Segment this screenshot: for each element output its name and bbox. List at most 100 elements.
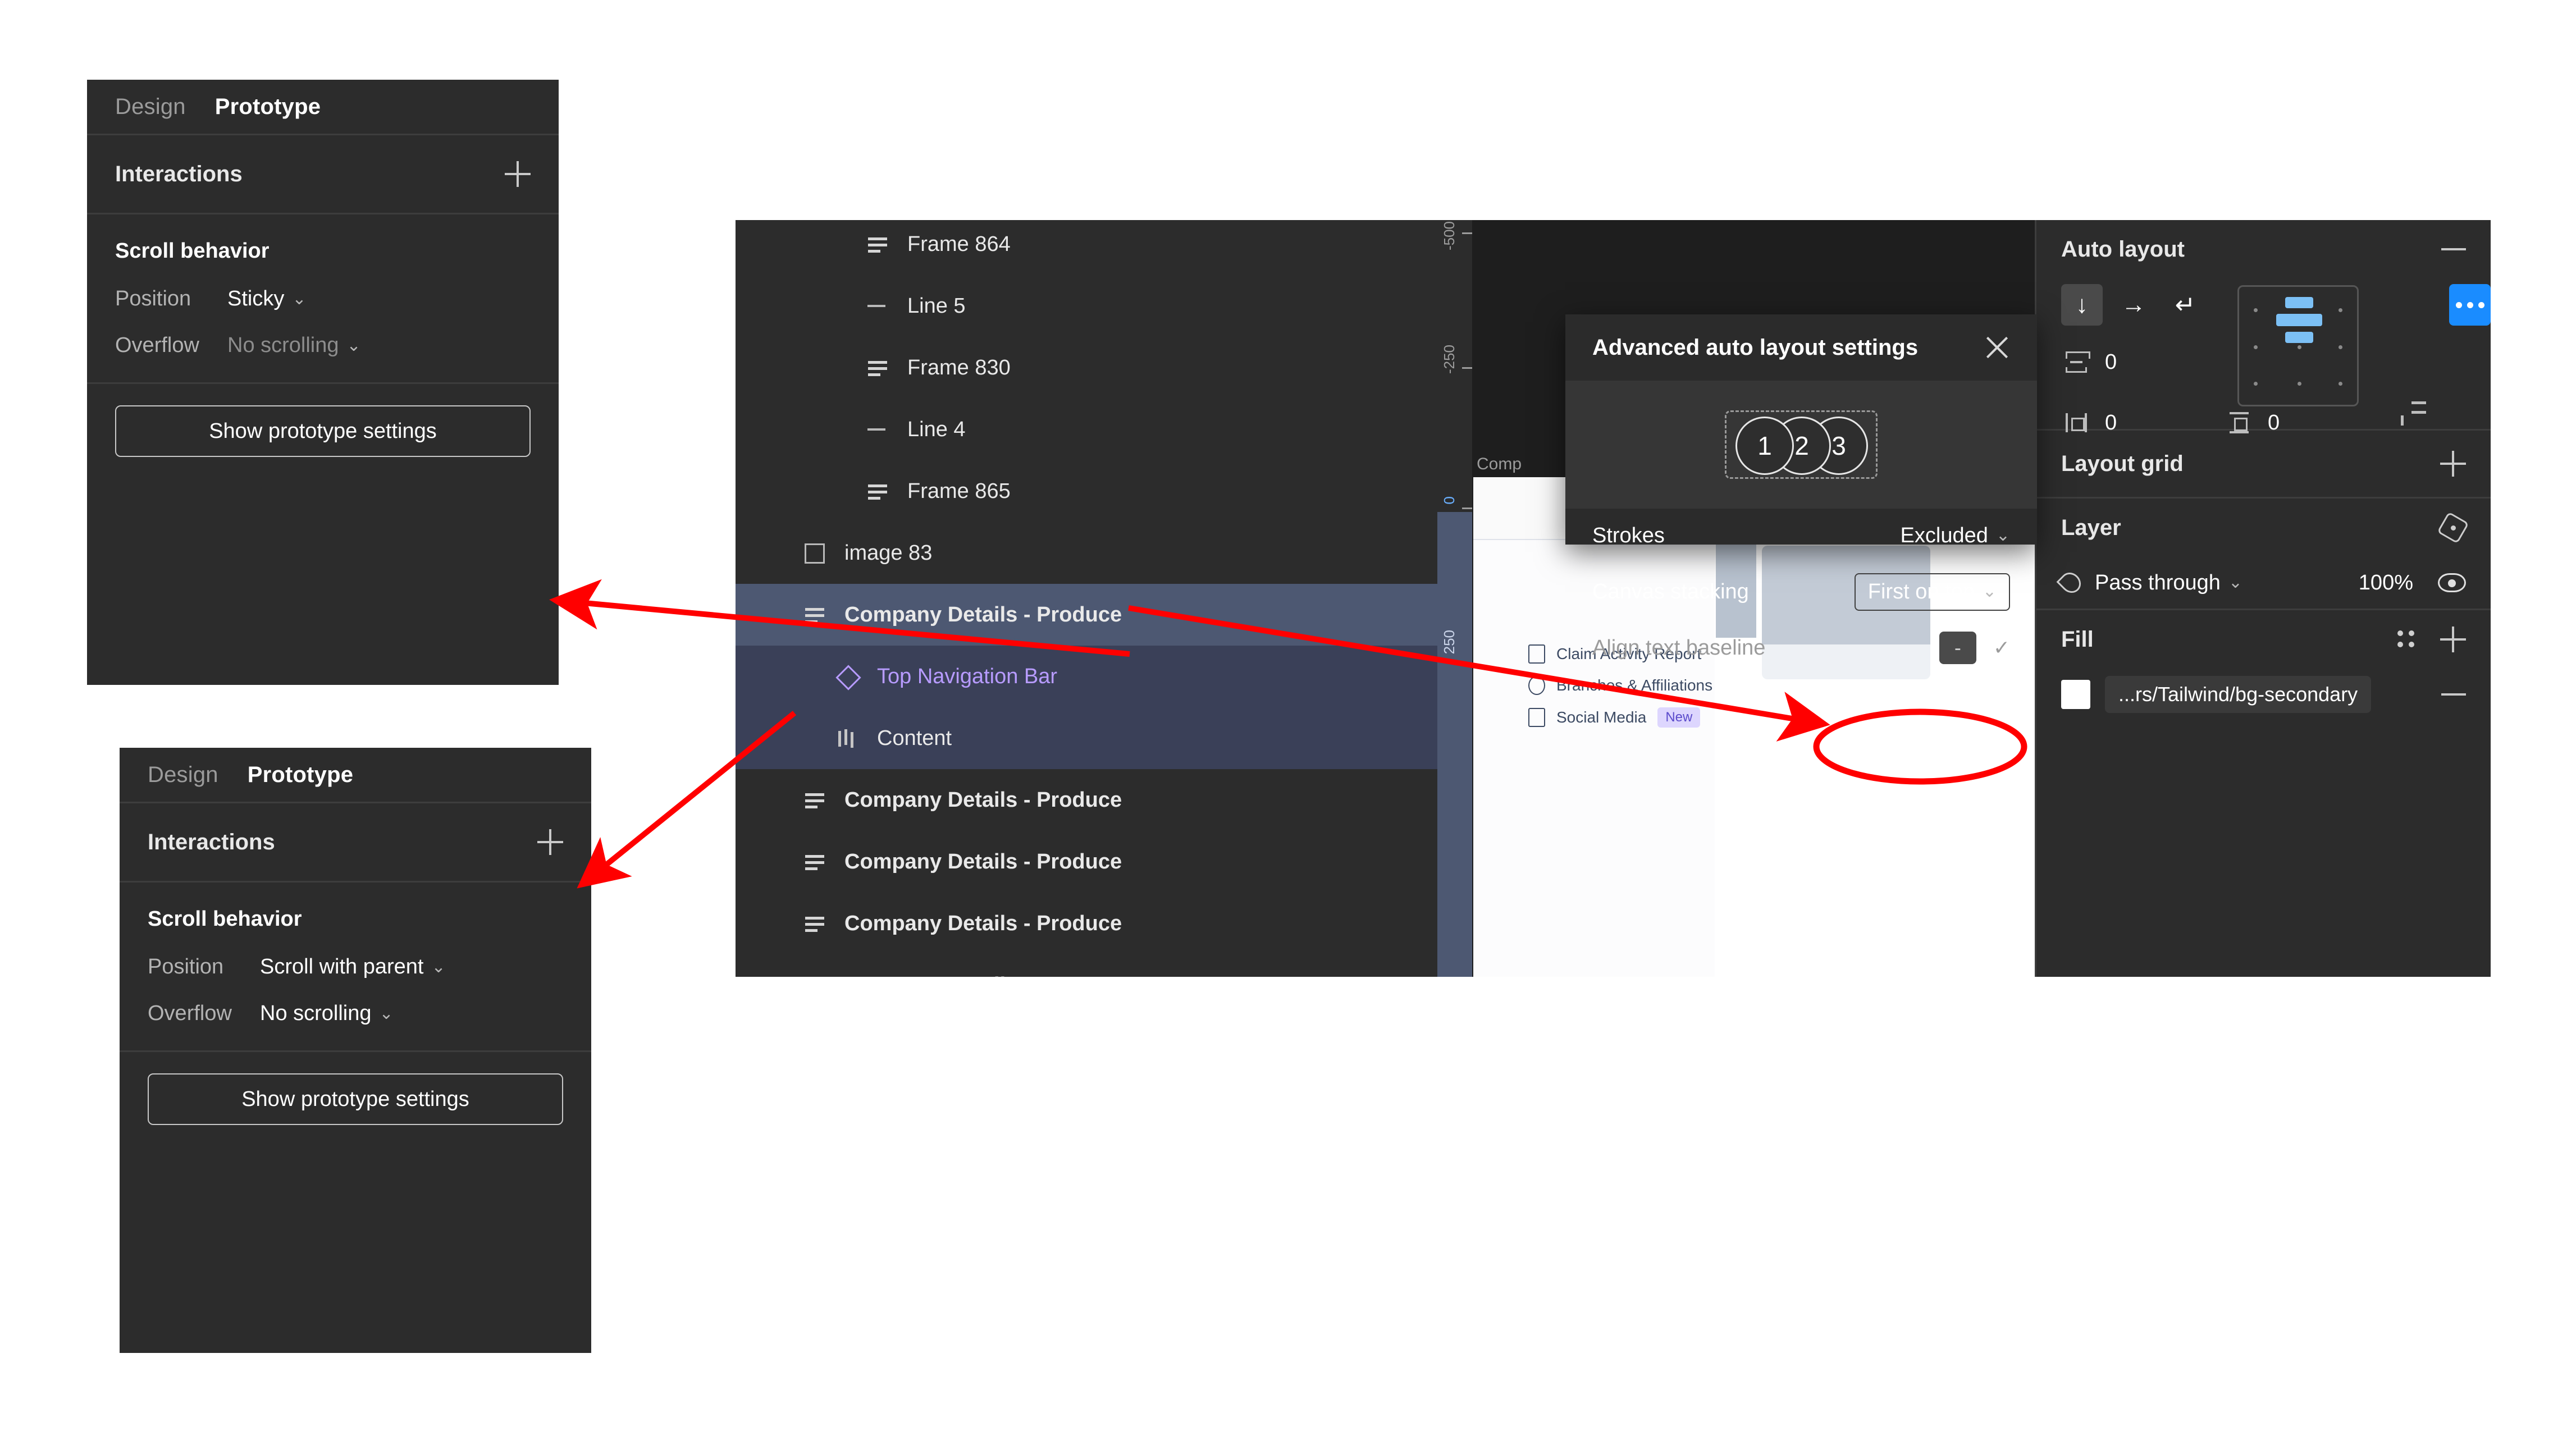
layers-panel[interactable]: Frame 864 Line 5 Frame 830 Line 4 Frame … [736, 220, 1437, 977]
layer-styles-icon[interactable] [2437, 511, 2469, 544]
alignment-grid[interactable] [2237, 285, 2359, 406]
chevron-down-icon: ⌄ [2228, 573, 2243, 592]
properties-panel: Auto layout ↓ → ↵ 0 0 0 Layout grid Laye… [2035, 220, 2491, 977]
org-chart-icon [1528, 676, 1545, 695]
line-icon [865, 417, 890, 442]
list-item[interactable]: Company Details - Produce [736, 584, 1437, 646]
canvas-stacking-select[interactable]: First on top ⌄ [1854, 573, 2010, 611]
fill-row: ...rs/Tailwind/bg-secondary [2036, 669, 2491, 720]
plus-icon[interactable] [2440, 627, 2466, 652]
list-item[interactable]: Frame 865 [736, 460, 1437, 522]
wrap-icon[interactable]: ↵ [2164, 284, 2206, 326]
close-icon[interactable] [1984, 335, 2010, 360]
list-item[interactable]: Company Details [736, 954, 1437, 977]
dialog-header: Advanced auto layout settings [1565, 314, 2037, 381]
layer-label: Company Details - Produce [844, 602, 1122, 627]
minus-icon[interactable] [2441, 693, 2466, 696]
align-text-baseline-toggle[interactable]: - [1939, 632, 1976, 664]
layer-label: Frame 864 [907, 232, 1011, 256]
ellipsis-icon[interactable] [2449, 284, 2491, 326]
tab-design[interactable]: Design [148, 762, 218, 788]
list-item[interactable]: Line 4 [736, 399, 1437, 460]
list-item[interactable]: Top Navigation Bar [736, 646, 1437, 707]
panel2-interactions-header: Interactions [120, 803, 591, 881]
ruler-tick: 0 [1441, 496, 1458, 505]
gap-control[interactable]: 0 [2063, 349, 2117, 375]
frame-icon [802, 787, 828, 813]
position-value[interactable]: Scroll with parent ⌄ [260, 955, 446, 979]
horizontal-padding-control[interactable]: 0 [2063, 410, 2117, 436]
plus-icon[interactable] [2440, 451, 2466, 477]
frame-icon [865, 478, 890, 504]
chevron-down-icon: ⌄ [431, 957, 446, 976]
list-item[interactable]: Company Details - Produce [736, 769, 1437, 831]
position-label: Position [115, 287, 191, 310]
status-badge: New [1657, 707, 1701, 728]
fill-style-chip[interactable]: ...rs/Tailwind/bg-secondary [2105, 676, 2372, 713]
layer-label: Top Navigation Bar [877, 664, 1058, 688]
direction-group: ↓ → ↵ [2061, 284, 2206, 326]
check-icon[interactable]: ✓ [1993, 636, 2010, 660]
auto-layout-title: Auto layout [2061, 236, 2185, 262]
panel2-footer: Show prototype settings [120, 1052, 591, 1125]
arrow-right-icon[interactable]: → [2113, 284, 2154, 326]
menu-item-branches-affiliations[interactable]: Branches & Affiliations [1528, 676, 1712, 695]
list-item[interactable]: Company Details - Produce [736, 831, 1437, 893]
tab-prototype[interactable]: Prototype [215, 94, 321, 120]
blend-mode-text: Pass through [2095, 570, 2221, 595]
canvas-stacking-value-text: First on top [1867, 579, 1975, 603]
arrow-down-icon[interactable]: ↓ [2061, 284, 2103, 326]
menu-item-social-media[interactable]: Social Media New [1528, 707, 1701, 728]
vertical-padding-control[interactable]: 0 [2226, 410, 2280, 436]
list-item[interactable]: Line 5 [736, 275, 1437, 337]
list-item[interactable]: Frame 864 [736, 220, 1437, 275]
advanced-auto-layout-dialog: Advanced auto layout settings 1 2 3 Stro… [1565, 314, 2037, 664]
overflow-value-text: No scrolling [227, 333, 339, 357]
list-item[interactable]: image 83 [736, 522, 1437, 584]
list-item[interactable]: Frame 830 [736, 337, 1437, 399]
dialog-row-align-text-baseline: Align text baseline - ✓ [1592, 621, 2010, 675]
position-value[interactable]: Sticky ⌄ [227, 287, 307, 311]
position-value-text: Sticky [227, 287, 285, 310]
layer-label: Line 4 [907, 417, 966, 441]
layer-label: Company Details - Produce [844, 849, 1122, 874]
horizontal-padding-value: 0 [2105, 410, 2117, 435]
layout-grid-title: Layout grid [2061, 451, 2184, 476]
chevron-down-icon: ⌄ [1982, 582, 1997, 601]
overflow-value[interactable]: No scrolling ⌄ [227, 333, 361, 358]
preview-circle-1: 1 [1735, 417, 1794, 475]
plus-icon[interactable] [505, 161, 531, 187]
list-item[interactable]: Content [736, 707, 1437, 769]
list-item[interactable]: Company Details - Produce [736, 893, 1437, 954]
layer-label: Company Details [844, 973, 1017, 977]
fill-header: Fill [2036, 610, 2491, 669]
fill-color-swatch[interactable] [2061, 680, 2090, 709]
chevron-down-icon: ⌄ [1995, 526, 2010, 545]
ruler-line [1462, 367, 1472, 369]
gap-value: 0 [2105, 350, 2117, 374]
panel1-position-row: Position Sticky ⌄ [115, 287, 531, 311]
frame-icon [802, 911, 828, 936]
screenshot-root: Design Prototype Interactions Scroll beh… [0, 0, 2576, 1454]
interactions-title: Interactions [115, 161, 243, 186]
tab-design[interactable]: Design [115, 94, 186, 120]
layout-grid-header: Layout grid [2036, 431, 2491, 497]
blend-mode-value[interactable]: Pass through ⌄ [2095, 571, 2242, 595]
strokes-value[interactable]: Excluded ⌄ [1901, 524, 2010, 548]
color-picker-icon[interactable] [2395, 628, 2418, 651]
eye-icon[interactable] [2438, 573, 2466, 592]
image-icon [802, 540, 828, 566]
opacity-value[interactable]: 100% [2359, 571, 2413, 595]
show-prototype-settings-button[interactable]: Show prototype settings [115, 405, 531, 457]
layer-label: Company Details - Produce [844, 911, 1122, 935]
frame-label[interactable]: Comp [1477, 455, 1522, 474]
overflow-value[interactable]: No scrolling ⌄ [260, 1002, 394, 1026]
show-prototype-settings-button[interactable]: Show prototype settings [148, 1073, 563, 1125]
ruler-line [1462, 507, 1472, 509]
layer-label: Content [877, 726, 952, 750]
ruler-selection-band [1437, 512, 1472, 977]
blend-drop-icon [2056, 568, 2085, 597]
plus-icon[interactable] [537, 829, 563, 855]
tab-prototype[interactable]: Prototype [248, 762, 353, 788]
minus-icon[interactable] [2441, 248, 2466, 250]
